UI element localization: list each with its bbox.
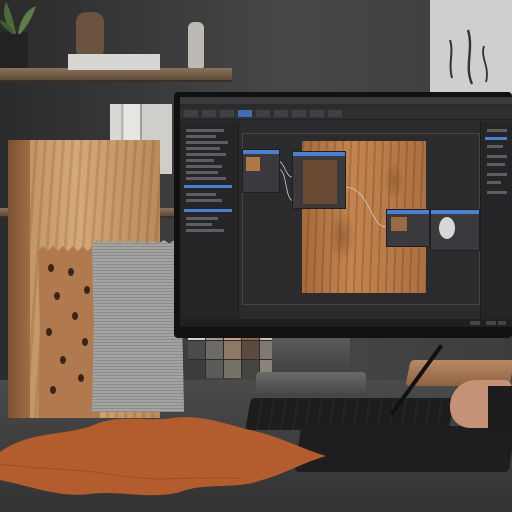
- perforation: [50, 386, 56, 394]
- panel-row-selected[interactable]: [485, 137, 507, 140]
- panel-row[interactable]: [487, 173, 507, 176]
- color-chip: [223, 341, 241, 359]
- node-header: [243, 150, 279, 154]
- perforation: [78, 374, 84, 382]
- panel-row[interactable]: [487, 181, 501, 184]
- color-chip: [205, 360, 223, 378]
- output-node[interactable]: [430, 209, 480, 251]
- status-bar: [180, 319, 512, 327]
- perforation: [68, 268, 74, 276]
- leather-hide-sample: [0, 417, 326, 496]
- node-header: [431, 210, 479, 214]
- figurine-icon: [188, 22, 204, 68]
- color-chip: [188, 360, 205, 378]
- color-chip: [205, 341, 223, 359]
- status-button[interactable]: [498, 321, 506, 325]
- panel-row[interactable]: [487, 129, 507, 132]
- perforation: [84, 286, 90, 294]
- panel-row[interactable]: [487, 155, 507, 158]
- monitor-stand-base: [256, 372, 366, 396]
- sphere-preview-thumbnail: [439, 217, 455, 239]
- plant-icon: [0, 2, 36, 34]
- properties-panel: [480, 121, 512, 319]
- plant-pot: [0, 32, 28, 68]
- design-studio-scene: [0, 0, 512, 512]
- perforated-leather-swatch: [38, 246, 100, 418]
- status-button[interactable]: [486, 321, 496, 325]
- wood-block-side: [8, 140, 30, 418]
- node-header: [293, 152, 345, 156]
- brush-art: [449, 29, 488, 85]
- upper-shelf: [0, 68, 232, 82]
- fabric-swatch: [92, 240, 184, 412]
- node-thumbnail: [303, 160, 337, 204]
- blend-node[interactable]: [386, 209, 430, 247]
- storage-box: [68, 54, 160, 70]
- status-button[interactable]: [470, 321, 480, 325]
- panel-row[interactable]: [487, 145, 503, 148]
- color-chip: [223, 360, 241, 378]
- material-editor-screen: [180, 97, 512, 327]
- sleeve: [488, 386, 512, 430]
- material-node[interactable]: [292, 151, 346, 209]
- node-header: [387, 210, 429, 214]
- color-chip: [188, 341, 205, 359]
- panel-row[interactable]: [487, 191, 507, 194]
- perforation: [54, 292, 60, 300]
- panel-row[interactable]: [487, 163, 505, 166]
- color-chip: [241, 341, 259, 359]
- vase-icon: [76, 12, 104, 56]
- perforation: [82, 338, 88, 346]
- perforation: [46, 328, 52, 336]
- perforation: [48, 264, 54, 272]
- node-thumbnail: [391, 217, 407, 231]
- perforation: [72, 312, 78, 320]
- perforation: [60, 356, 66, 364]
- texture-node[interactable]: [242, 149, 280, 193]
- node-thumbnail: [246, 157, 260, 171]
